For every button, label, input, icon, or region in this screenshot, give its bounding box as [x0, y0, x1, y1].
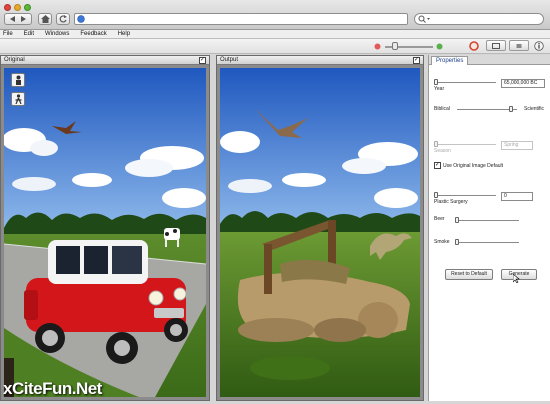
- season-field[interactable]: Spring: [501, 141, 533, 150]
- biblical-label: Biblical: [434, 106, 450, 112]
- beer-slider-handle[interactable]: [455, 217, 459, 223]
- smoke-slider-handle[interactable]: [455, 239, 459, 245]
- toolbar: [0, 39, 550, 54]
- home-icon: [40, 15, 50, 23]
- home-button[interactable]: [38, 13, 52, 25]
- url-input[interactable]: [74, 13, 408, 25]
- year-slider-handle[interactable]: [434, 79, 438, 85]
- zoom-in-icon: [436, 43, 443, 50]
- season-slider[interactable]: [434, 144, 496, 145]
- select-figure-tool-button[interactable]: [11, 92, 25, 106]
- output-panel-checkbox[interactable]: ✓: [413, 57, 420, 64]
- reload-icon: [59, 15, 67, 23]
- plastic-surgery-label: Plastic Surgery: [434, 199, 468, 205]
- zoom-out-icon: [374, 43, 381, 50]
- person-tool-button[interactable]: [11, 73, 25, 87]
- use-original-label: Use Original Image Default: [443, 163, 504, 169]
- original-panel: Original ✓: [0, 55, 210, 401]
- menu-help[interactable]: Help: [118, 31, 130, 37]
- season-label: Season: [434, 148, 451, 154]
- person-icon: [15, 75, 21, 85]
- menu-bar: File Edit Windows Feedback Help: [0, 30, 550, 39]
- year-field[interactable]: 65,000,000 BC: [501, 79, 545, 88]
- properties-panel: Properties Year 65,000,000 BC Biblical S…: [428, 55, 550, 401]
- search-input[interactable]: [414, 13, 544, 25]
- zoom-window-button[interactable]: [24, 4, 31, 11]
- year-label: Year: [434, 86, 445, 92]
- use-original-checkbox[interactable]: ✓: [434, 162, 441, 169]
- scientific-label: Scientific: [524, 106, 545, 112]
- original-image: [4, 68, 206, 397]
- globe-icon: [77, 15, 85, 23]
- output-image: [220, 68, 420, 397]
- reload-button[interactable]: [56, 13, 70, 25]
- output-panel: Output ✓: [216, 55, 424, 401]
- watermark: xCiteFun.Net: [3, 379, 102, 398]
- minimize-window-button[interactable]: [14, 4, 21, 11]
- biblical-scientific-slider[interactable]: [457, 109, 517, 110]
- smoke-slider[interactable]: [455, 242, 519, 243]
- season-slider-handle[interactable]: [434, 141, 438, 147]
- menu-edit[interactable]: Edit: [24, 31, 34, 37]
- menu-feedback[interactable]: Feedback: [80, 31, 106, 37]
- menu-windows[interactable]: Windows: [45, 31, 69, 37]
- info-icon[interactable]: [534, 41, 544, 51]
- year-slider[interactable]: [434, 82, 496, 83]
- lifebuoy-icon[interactable]: [469, 41, 479, 51]
- back-forward-button[interactable]: [4, 13, 32, 25]
- biblical-scientific-slider-handle[interactable]: [509, 106, 513, 112]
- output-panel-title: Output: [217, 56, 423, 65]
- fit-view-button[interactable]: [486, 40, 506, 51]
- figure-icon: [14, 94, 22, 104]
- beer-label: Beer: [434, 216, 445, 222]
- reset-to-default-button[interactable]: Reset to Default: [445, 269, 493, 280]
- search-icon: [418, 15, 430, 23]
- menu-file[interactable]: File: [3, 31, 13, 37]
- actual-size-button[interactable]: [509, 40, 529, 51]
- zoom-slider-handle[interactable]: [392, 42, 398, 50]
- properties-tabstrip: Properties: [429, 55, 550, 65]
- beer-slider[interactable]: [455, 220, 519, 221]
- browser-titlebar: [0, 0, 550, 30]
- close-window-button[interactable]: [4, 4, 11, 11]
- plastic-surgery-field[interactable]: 0: [501, 192, 533, 201]
- tab-properties[interactable]: Properties: [431, 56, 469, 65]
- actual-size-icon: [516, 43, 522, 48]
- mouse-cursor-icon: [513, 274, 520, 283]
- smoke-label: Smoke: [434, 239, 450, 245]
- plastic-surgery-slider-handle[interactable]: [434, 192, 438, 198]
- back-forward-icon: [10, 16, 26, 22]
- original-panel-title: Original: [1, 56, 209, 65]
- original-panel-checkbox[interactable]: ✓: [199, 57, 206, 64]
- fit-view-icon: [492, 42, 500, 49]
- plastic-surgery-slider[interactable]: [434, 195, 496, 196]
